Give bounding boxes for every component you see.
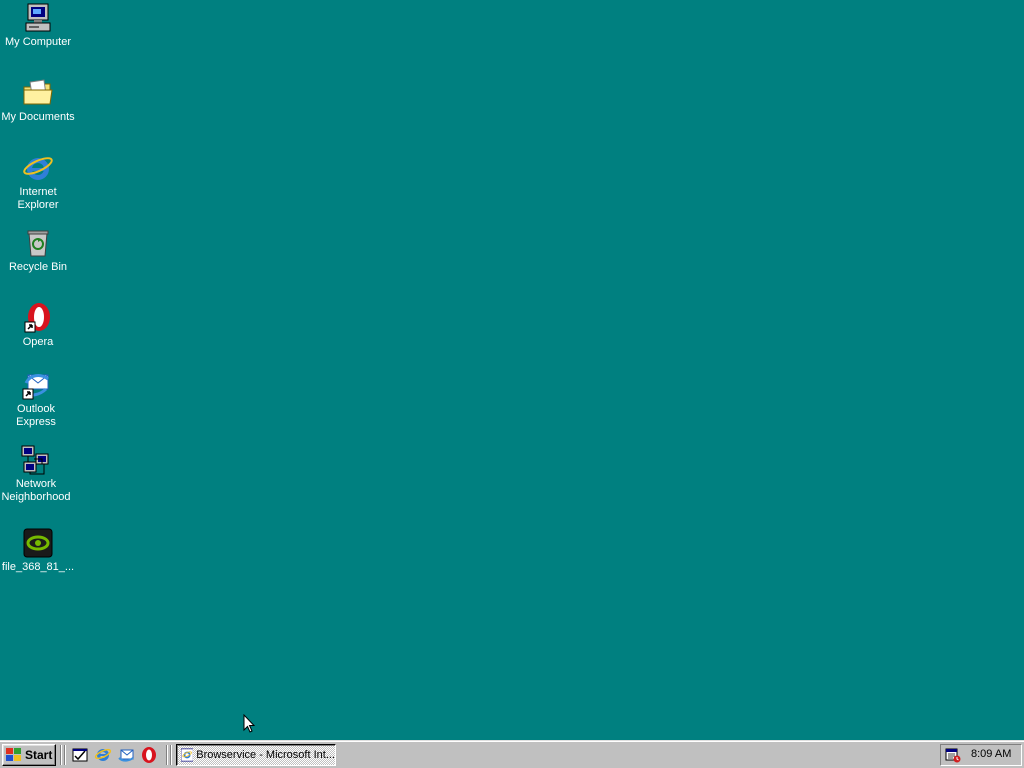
desktop-icon-opera[interactable]: Opera	[0, 302, 76, 349]
internet-explorer-icon	[23, 157, 53, 180]
desktop-icon-label: My Documents	[1, 111, 75, 123]
taskbar-separator	[64, 745, 66, 765]
desktop-icon-label: Outlook Express	[16, 403, 56, 428]
taskbar: Start Browservice - Microsoft Int... 8:0…	[0, 740, 1024, 768]
desktop-icon-label: My Computer	[4, 36, 72, 48]
mouse-cursor-icon	[243, 714, 255, 733]
outlook-express-icon	[22, 374, 49, 400]
desktop-icon-label: Opera	[22, 336, 54, 348]
desktop-icon-outlook-express[interactable]: Outlook Express	[0, 369, 74, 429]
desktop-icon-recycle-bin[interactable]: Recycle Bin	[0, 227, 76, 274]
scheduler-icon[interactable]	[945, 747, 961, 763]
internet-explorer-icon	[181, 748, 194, 762]
network-icon	[21, 445, 49, 475]
desktop-icon-label: Network Neighborhood	[1, 478, 71, 503]
opera-icon	[24, 303, 50, 333]
nvidia-file-icon	[23, 528, 53, 558]
folder-icon	[23, 79, 53, 105]
taskbar-button-label: Browservice - Microsoft Int...	[196, 749, 335, 761]
internet-explorer-icon[interactable]	[94, 746, 112, 764]
opera-icon[interactable]	[140, 746, 158, 764]
show-desktop-icon[interactable]	[71, 746, 89, 764]
desktop[interactable]: My Computer My Documents Internet Explor…	[0, 0, 1024, 740]
desktop-icon-label: Internet Explorer	[17, 186, 59, 211]
desktop-icon-internet-explorer[interactable]: Internet Explorer	[0, 152, 76, 212]
desktop-icon-label: file_368_81_...	[1, 561, 75, 573]
outlook-express-icon[interactable]	[117, 746, 135, 764]
clock[interactable]: 8:09 AM	[971, 748, 1011, 760]
start-label: Start	[25, 748, 53, 762]
taskbar-separator	[166, 745, 168, 765]
desktop-icon-my-computer[interactable]: My Computer	[0, 2, 76, 49]
windows-logo-icon	[6, 748, 21, 761]
recycle-bin-icon	[27, 230, 49, 257]
my-computer-icon	[25, 3, 51, 32]
desktop-icon-file[interactable]: file_368_81_...	[0, 527, 76, 574]
taskbar-separator	[60, 745, 62, 765]
system-tray: 8:09 AM	[940, 744, 1022, 766]
taskbar-button-browservice[interactable]: Browservice - Microsoft Int...	[176, 744, 336, 766]
desktop-icon-my-documents[interactable]: My Documents	[0, 77, 76, 124]
desktop-icon-network-neighborhood[interactable]: Network Neighborhood	[0, 444, 74, 504]
taskbar-separator	[170, 745, 172, 765]
desktop-icon-label: Recycle Bin	[8, 261, 68, 273]
start-button[interactable]: Start	[2, 744, 56, 766]
